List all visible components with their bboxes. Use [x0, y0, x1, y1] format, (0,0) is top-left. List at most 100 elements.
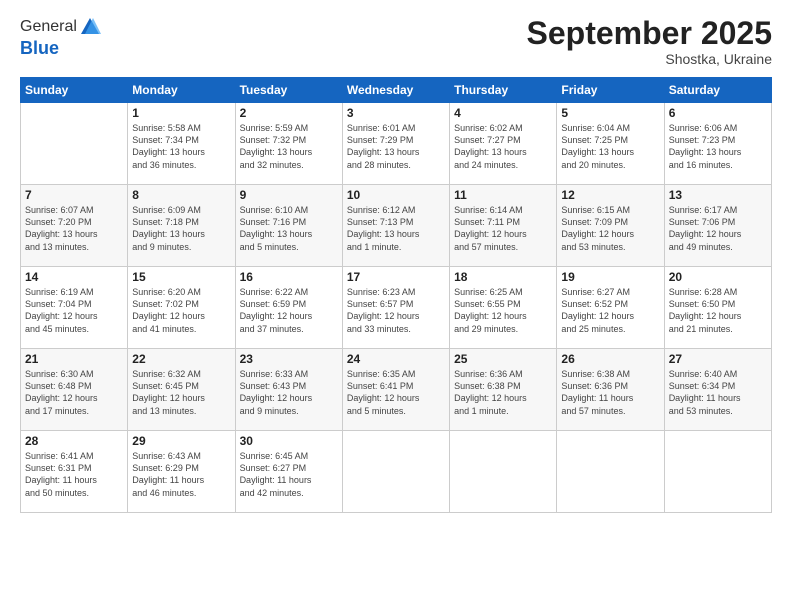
- day-number: 17: [347, 270, 445, 284]
- table-row: 7Sunrise: 6:07 AMSunset: 7:20 PMDaylight…: [21, 185, 128, 267]
- page: General Blue September 2025 Shostka, Ukr…: [0, 0, 792, 612]
- header-thursday: Thursday: [450, 78, 557, 103]
- header-wednesday: Wednesday: [342, 78, 449, 103]
- day-number: 20: [669, 270, 767, 284]
- day-number: 4: [454, 106, 552, 120]
- day-info: Sunrise: 6:43 AMSunset: 6:29 PMDaylight:…: [132, 450, 230, 499]
- table-row: 15 Sunrise: 6:20 AMSunset: 7:02 PMDayligh…: [128, 267, 235, 349]
- day-info: Sunrise: 6:35 AMSunset: 6:41 PMDaylight:…: [347, 368, 445, 417]
- table-row: 9 Sunrise: 6:10 AMSunset: 7:16 PMDaylight…: [235, 185, 342, 267]
- table-row: 20 Sunrise: 6:28 AMSunset: 6:50 PMDayligh…: [664, 267, 771, 349]
- title-block: September 2025 Shostka, Ukraine: [527, 16, 772, 67]
- day-number: 29: [132, 434, 230, 448]
- day-info: Sunrise: 6:12 AMSunset: 7:13 PMDaylight:…: [347, 204, 445, 253]
- table-row: 22Sunrise: 6:32 AMSunset: 6:45 PMDayligh…: [128, 349, 235, 431]
- header-saturday: Saturday: [664, 78, 771, 103]
- table-row: [21, 103, 128, 185]
- day-info: Sunrise: 6:28 AMSunset: 6:50 PMDaylight:…: [669, 286, 767, 335]
- table-row: 1 Sunrise: 5:58 AMSunset: 7:34 PMDaylight…: [128, 103, 235, 185]
- day-number: 11: [454, 188, 552, 202]
- day-number: 5: [561, 106, 659, 120]
- day-number: 15: [132, 270, 230, 284]
- table-row: 4 Sunrise: 6:02 AMSunset: 7:27 PMDaylight…: [450, 103, 557, 185]
- table-row: 11 Sunrise: 6:14 AMSunset: 7:11 PMDayligh…: [450, 185, 557, 267]
- day-info: Sunrise: 6:17 AMSunset: 7:06 PMDaylight:…: [669, 204, 767, 253]
- day-number: 18: [454, 270, 552, 284]
- day-number: 21: [25, 352, 123, 366]
- header: General Blue September 2025 Shostka, Ukr…: [20, 16, 772, 67]
- day-info: Sunrise: 6:07 AMSunset: 7:20 PMDaylight:…: [25, 204, 123, 253]
- table-row: 26 Sunrise: 6:38 AMSunset: 6:36 PMDayligh…: [557, 349, 664, 431]
- table-row: [342, 431, 449, 513]
- day-info: Sunrise: 6:01 AMSunset: 7:29 PMDaylight:…: [347, 122, 445, 171]
- day-number: 28: [25, 434, 123, 448]
- table-row: 5 Sunrise: 6:04 AMSunset: 7:25 PMDaylight…: [557, 103, 664, 185]
- day-number: 19: [561, 270, 659, 284]
- day-info: Sunrise: 6:40 AMSunset: 6:34 PMDaylight:…: [669, 368, 767, 417]
- header-monday: Monday: [128, 78, 235, 103]
- day-info: Sunrise: 6:14 AMSunset: 7:11 PMDaylight:…: [454, 204, 552, 253]
- day-number: 12: [561, 188, 659, 202]
- day-number: 2: [240, 106, 338, 120]
- table-row: 3 Sunrise: 6:01 AMSunset: 7:29 PMDaylight…: [342, 103, 449, 185]
- day-number: 3: [347, 106, 445, 120]
- header-friday: Friday: [557, 78, 664, 103]
- day-info: Sunrise: 6:32 AMSunset: 6:45 PMDaylight:…: [132, 368, 230, 417]
- calendar-week-row: 21 Sunrise: 6:30 AMSunset: 6:48 PMDayligh…: [21, 349, 772, 431]
- location-title: Shostka, Ukraine: [527, 51, 772, 67]
- day-info: Sunrise: 6:22 AMSunset: 6:59 PMDaylight:…: [240, 286, 338, 335]
- table-row: 14Sunrise: 6:19 AMSunset: 7:04 PMDayligh…: [21, 267, 128, 349]
- day-number: 6: [669, 106, 767, 120]
- day-number: 30: [240, 434, 338, 448]
- day-number: 23: [240, 352, 338, 366]
- header-tuesday: Tuesday: [235, 78, 342, 103]
- table-row: [557, 431, 664, 513]
- day-info: Sunrise: 6:15 AMSunset: 7:09 PMDaylight:…: [561, 204, 659, 253]
- day-info: Sunrise: 6:45 AMSunset: 6:27 PMDaylight:…: [240, 450, 338, 499]
- table-row: 30 Sunrise: 6:45 AMSunset: 6:27 PMDayligh…: [235, 431, 342, 513]
- table-row: 24 Sunrise: 6:35 AMSunset: 6:41 PMDayligh…: [342, 349, 449, 431]
- day-info: Sunrise: 6:04 AMSunset: 7:25 PMDaylight:…: [561, 122, 659, 171]
- table-row: 27Sunrise: 6:40 AMSunset: 6:34 PMDayligh…: [664, 349, 771, 431]
- day-info: Sunrise: 6:27 AMSunset: 6:52 PMDaylight:…: [561, 286, 659, 335]
- day-info: Sunrise: 6:02 AMSunset: 7:27 PMDaylight:…: [454, 122, 552, 171]
- day-info: Sunrise: 5:58 AMSunset: 7:34 PMDaylight:…: [132, 122, 230, 171]
- day-info: Sunrise: 6:36 AMSunset: 6:38 PMDaylight:…: [454, 368, 552, 417]
- day-number: 13: [669, 188, 767, 202]
- day-info: Sunrise: 6:20 AMSunset: 7:02 PMDaylight:…: [132, 286, 230, 335]
- calendar-week-row: 28 Sunrise: 6:41 AMSunset: 6:31 PMDayligh…: [21, 431, 772, 513]
- day-info: Sunrise: 6:06 AMSunset: 7:23 PMDaylight:…: [669, 122, 767, 171]
- day-info: Sunrise: 6:23 AMSunset: 6:57 PMDaylight:…: [347, 286, 445, 335]
- calendar-header-row: Sunday Monday Tuesday Wednesday Thursday…: [21, 78, 772, 103]
- table-row: 6 Sunrise: 6:06 AMSunset: 7:23 PMDaylight…: [664, 103, 771, 185]
- day-info: Sunrise: 6:41 AMSunset: 6:31 PMDaylight:…: [25, 450, 123, 499]
- day-number: 24: [347, 352, 445, 366]
- table-row: 23Sunrise: 6:33 AMSunset: 6:43 PMDayligh…: [235, 349, 342, 431]
- day-number: 25: [454, 352, 552, 366]
- table-row: 13 Sunrise: 6:17 AMSunset: 7:06 PMDayligh…: [664, 185, 771, 267]
- table-row: 8 Sunrise: 6:09 AMSunset: 7:18 PMDaylight…: [128, 185, 235, 267]
- logo-blue-text: Blue: [20, 38, 59, 58]
- logo-general-text: General: [20, 18, 77, 36]
- table-row: 25 Sunrise: 6:36 AMSunset: 6:38 PMDayligh…: [450, 349, 557, 431]
- day-number: 9: [240, 188, 338, 202]
- table-row: 17 Sunrise: 6:23 AMSunset: 6:57 PMDayligh…: [342, 267, 449, 349]
- day-number: 26: [561, 352, 659, 366]
- table-row: 28 Sunrise: 6:41 AMSunset: 6:31 PMDayligh…: [21, 431, 128, 513]
- table-row: 10 Sunrise: 6:12 AMSunset: 7:13 PMDayligh…: [342, 185, 449, 267]
- day-number: 10: [347, 188, 445, 202]
- day-number: 1: [132, 106, 230, 120]
- day-info: Sunrise: 6:19 AMSunset: 7:04 PMDaylight:…: [25, 286, 123, 335]
- day-number: 8: [132, 188, 230, 202]
- day-info: Sunrise: 6:09 AMSunset: 7:18 PMDaylight:…: [132, 204, 230, 253]
- day-info: Sunrise: 6:10 AMSunset: 7:16 PMDaylight:…: [240, 204, 338, 253]
- logo: General Blue: [20, 16, 101, 59]
- logo-icon: [79, 16, 101, 38]
- month-title: September 2025: [527, 16, 772, 51]
- day-info: Sunrise: 6:30 AMSunset: 6:48 PMDaylight:…: [25, 368, 123, 417]
- calendar-week-row: 1 Sunrise: 5:58 AMSunset: 7:34 PMDaylight…: [21, 103, 772, 185]
- day-info: Sunrise: 5:59 AMSunset: 7:32 PMDaylight:…: [240, 122, 338, 171]
- calendar-week-row: 7Sunrise: 6:07 AMSunset: 7:20 PMDaylight…: [21, 185, 772, 267]
- table-row: 29 Sunrise: 6:43 AMSunset: 6:29 PMDayligh…: [128, 431, 235, 513]
- day-info: Sunrise: 6:38 AMSunset: 6:36 PMDaylight:…: [561, 368, 659, 417]
